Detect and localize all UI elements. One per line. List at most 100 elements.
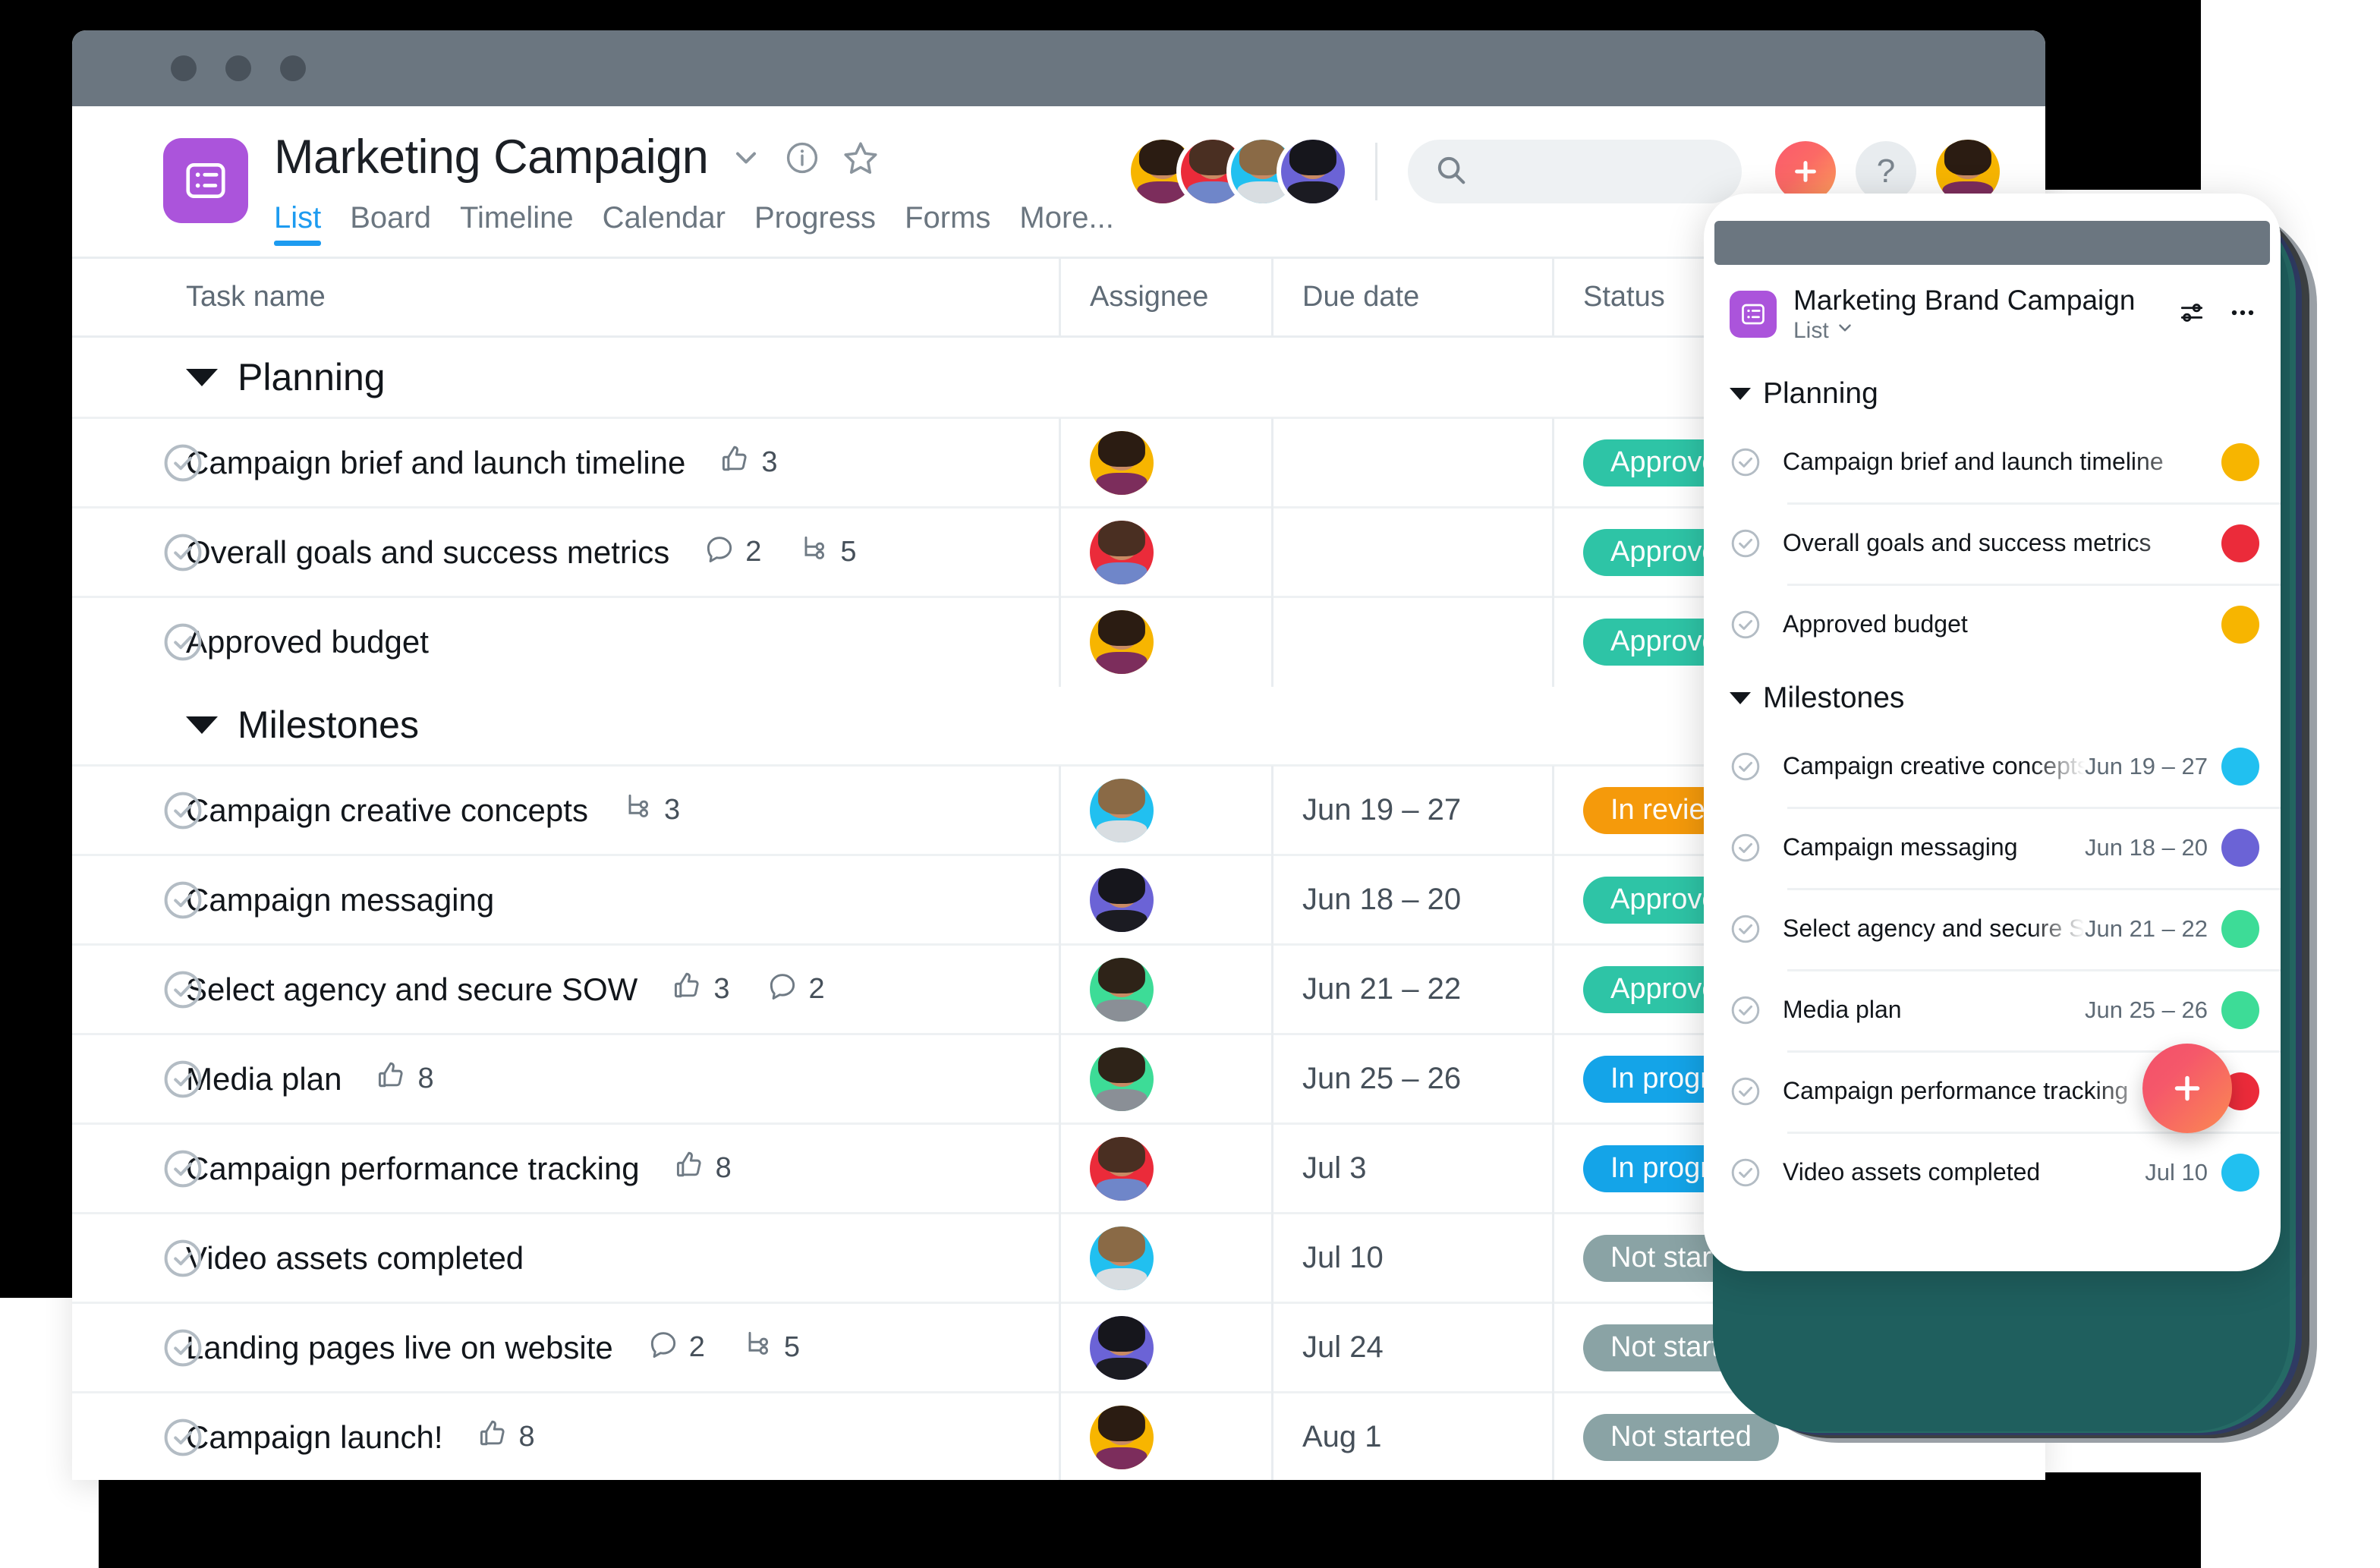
assignee-cell[interactable] <box>1059 1034 1271 1124</box>
due-date-cell[interactable] <box>1271 507 1552 597</box>
task-cell[interactable]: Campaign messaging <box>72 879 1059 921</box>
task-cell[interactable]: Campaign brief and launch timeline 3 <box>72 442 1059 483</box>
assignee-cell[interactable] <box>1059 1123 1271 1214</box>
chevron-down-icon[interactable] <box>1730 692 1751 704</box>
info-circle-icon[interactable] <box>784 140 820 176</box>
chevron-down-icon[interactable] <box>729 141 763 175</box>
complete-task-icon[interactable] <box>1730 913 1761 945</box>
avatar[interactable] <box>2221 442 2259 481</box>
avatar[interactable] <box>2221 828 2259 867</box>
phone-view-selector[interactable]: List <box>1793 318 2177 344</box>
avatar[interactable] <box>1281 140 1345 203</box>
phone-list-item[interactable]: Select agency and secure SOWJun 21 – 22 <box>1704 888 2281 969</box>
complete-task-icon[interactable] <box>162 879 204 921</box>
avatar[interactable] <box>2221 990 2259 1029</box>
avatar[interactable] <box>2221 524 2259 562</box>
assignee-cell[interactable] <box>1059 417 1271 508</box>
complete-task-icon[interactable] <box>162 1148 204 1190</box>
task-cell[interactable]: Video assets completed <box>72 1239 1059 1277</box>
assignee-cell[interactable] <box>1059 1392 1271 1480</box>
due-date-cell[interactable]: Jun 25 – 26 <box>1271 1034 1552 1124</box>
avatar[interactable] <box>1090 957 1154 1022</box>
complete-task-icon[interactable] <box>162 789 204 832</box>
chevron-down-icon[interactable] <box>186 368 218 386</box>
assignee-cell[interactable] <box>1059 597 1271 687</box>
complete-task-icon[interactable] <box>1730 751 1761 782</box>
tab-list[interactable]: List <box>274 201 322 246</box>
task-cell[interactable]: Overall goals and success metrics 2 5 <box>72 532 1059 573</box>
task-cell[interactable]: Landing pages live on website 2 5 <box>72 1327 1059 1368</box>
due-date-cell[interactable]: Aug 1 <box>1271 1392 1552 1480</box>
assignee-cell[interactable] <box>1059 507 1271 597</box>
more-horizontal-icon[interactable] <box>2227 298 2258 332</box>
avatar[interactable] <box>2221 1153 2259 1192</box>
phone-list-item[interactable]: Overall goals and success metrics <box>1704 502 2281 584</box>
phone-add-task-fab[interactable] <box>2142 1044 2232 1133</box>
complete-task-icon[interactable] <box>1730 832 1761 864</box>
avatar[interactable] <box>2221 909 2259 948</box>
avatar[interactable] <box>1090 1226 1154 1290</box>
complete-task-icon[interactable] <box>162 621 204 663</box>
complete-task-icon[interactable] <box>162 1416 204 1459</box>
due-date-cell[interactable]: Jul 10 <box>1271 1213 1552 1303</box>
assignee-cell[interactable] <box>1059 765 1271 855</box>
phone-list-item[interactable]: Video assets completed Jul 10 <box>1704 1132 2281 1213</box>
task-cell[interactable]: Select agency and secure SOW 3 2 <box>72 969 1059 1010</box>
window-maximize-dot[interactable] <box>280 55 306 81</box>
avatar[interactable] <box>1090 520 1154 584</box>
avatar[interactable] <box>2221 605 2259 644</box>
task-cell[interactable]: Campaign creative concepts 3 <box>72 790 1059 831</box>
complete-task-icon[interactable] <box>1730 527 1761 559</box>
complete-task-icon[interactable] <box>1730 994 1761 1026</box>
avatar[interactable] <box>1090 778 1154 842</box>
star-outline-icon[interactable] <box>842 139 880 177</box>
assignee-cell[interactable] <box>1059 1213 1271 1303</box>
phone-section-header[interactable]: Milestones <box>1704 665 2281 726</box>
avatar[interactable] <box>1090 1047 1154 1111</box>
assignee-cell[interactable] <box>1059 855 1271 945</box>
task-cell[interactable]: Campaign performance tracking 8 <box>72 1148 1059 1189</box>
task-cell[interactable]: Media plan 8 <box>72 1059 1059 1100</box>
avatar[interactable] <box>2221 747 2259 786</box>
tab-forms[interactable]: Forms <box>905 201 990 246</box>
tab-progress[interactable]: Progress <box>754 201 876 246</box>
complete-task-icon[interactable] <box>1730 446 1761 478</box>
avatar[interactable] <box>1090 1405 1154 1469</box>
sliders-icon[interactable] <box>2177 298 2206 331</box>
complete-task-icon[interactable] <box>162 1058 204 1100</box>
window-minimize-dot[interactable] <box>225 55 251 81</box>
add-task-button[interactable] <box>1775 141 1836 202</box>
avatar[interactable] <box>1090 609 1154 674</box>
due-date-cell[interactable] <box>1271 597 1552 687</box>
task-cell[interactable]: Campaign launch! 8 <box>72 1417 1059 1458</box>
phone-list-item[interactable]: Campaign creative concepts Jun 19 – 27 <box>1704 726 2281 807</box>
due-date-cell[interactable]: Jun 18 – 20 <box>1271 855 1552 945</box>
tab-board[interactable]: Board <box>350 201 431 246</box>
window-close-dot[interactable] <box>171 55 197 81</box>
complete-task-icon[interactable] <box>162 968 204 1011</box>
search-input[interactable] <box>1408 140 1742 203</box>
member-avatar-stack[interactable] <box>1131 140 1345 203</box>
avatar[interactable] <box>1090 1315 1154 1380</box>
complete-task-icon[interactable] <box>162 1327 204 1369</box>
help-button[interactable]: ? <box>1856 141 1916 202</box>
complete-task-icon[interactable] <box>1730 1157 1761 1189</box>
complete-task-icon[interactable] <box>162 442 204 484</box>
chevron-down-icon[interactable] <box>186 716 218 734</box>
due-date-cell[interactable]: Jul 24 <box>1271 1302 1552 1393</box>
phone-list-item[interactable]: Campaign messaging Jun 18 – 20 <box>1704 807 2281 888</box>
assignee-cell[interactable] <box>1059 1302 1271 1393</box>
tab-more[interactable]: More... <box>1019 201 1113 246</box>
assignee-cell[interactable] <box>1059 944 1271 1034</box>
due-date-cell[interactable]: Jun 21 – 22 <box>1271 944 1552 1034</box>
phone-list-item[interactable]: Media plan Jun 25 – 26 <box>1704 969 2281 1050</box>
phone-list-item[interactable]: Campaign brief and launch timeline <box>1704 421 2281 502</box>
complete-task-icon[interactable] <box>162 531 204 574</box>
due-date-cell[interactable] <box>1271 417 1552 508</box>
task-cell[interactable]: Approved budget <box>72 621 1059 663</box>
phone-list-item[interactable]: Approved budget <box>1704 584 2281 665</box>
chevron-down-icon[interactable] <box>1730 388 1751 400</box>
avatar[interactable] <box>1090 1136 1154 1201</box>
due-date-cell[interactable]: Jul 3 <box>1271 1123 1552 1214</box>
tab-timeline[interactable]: Timeline <box>460 201 574 246</box>
